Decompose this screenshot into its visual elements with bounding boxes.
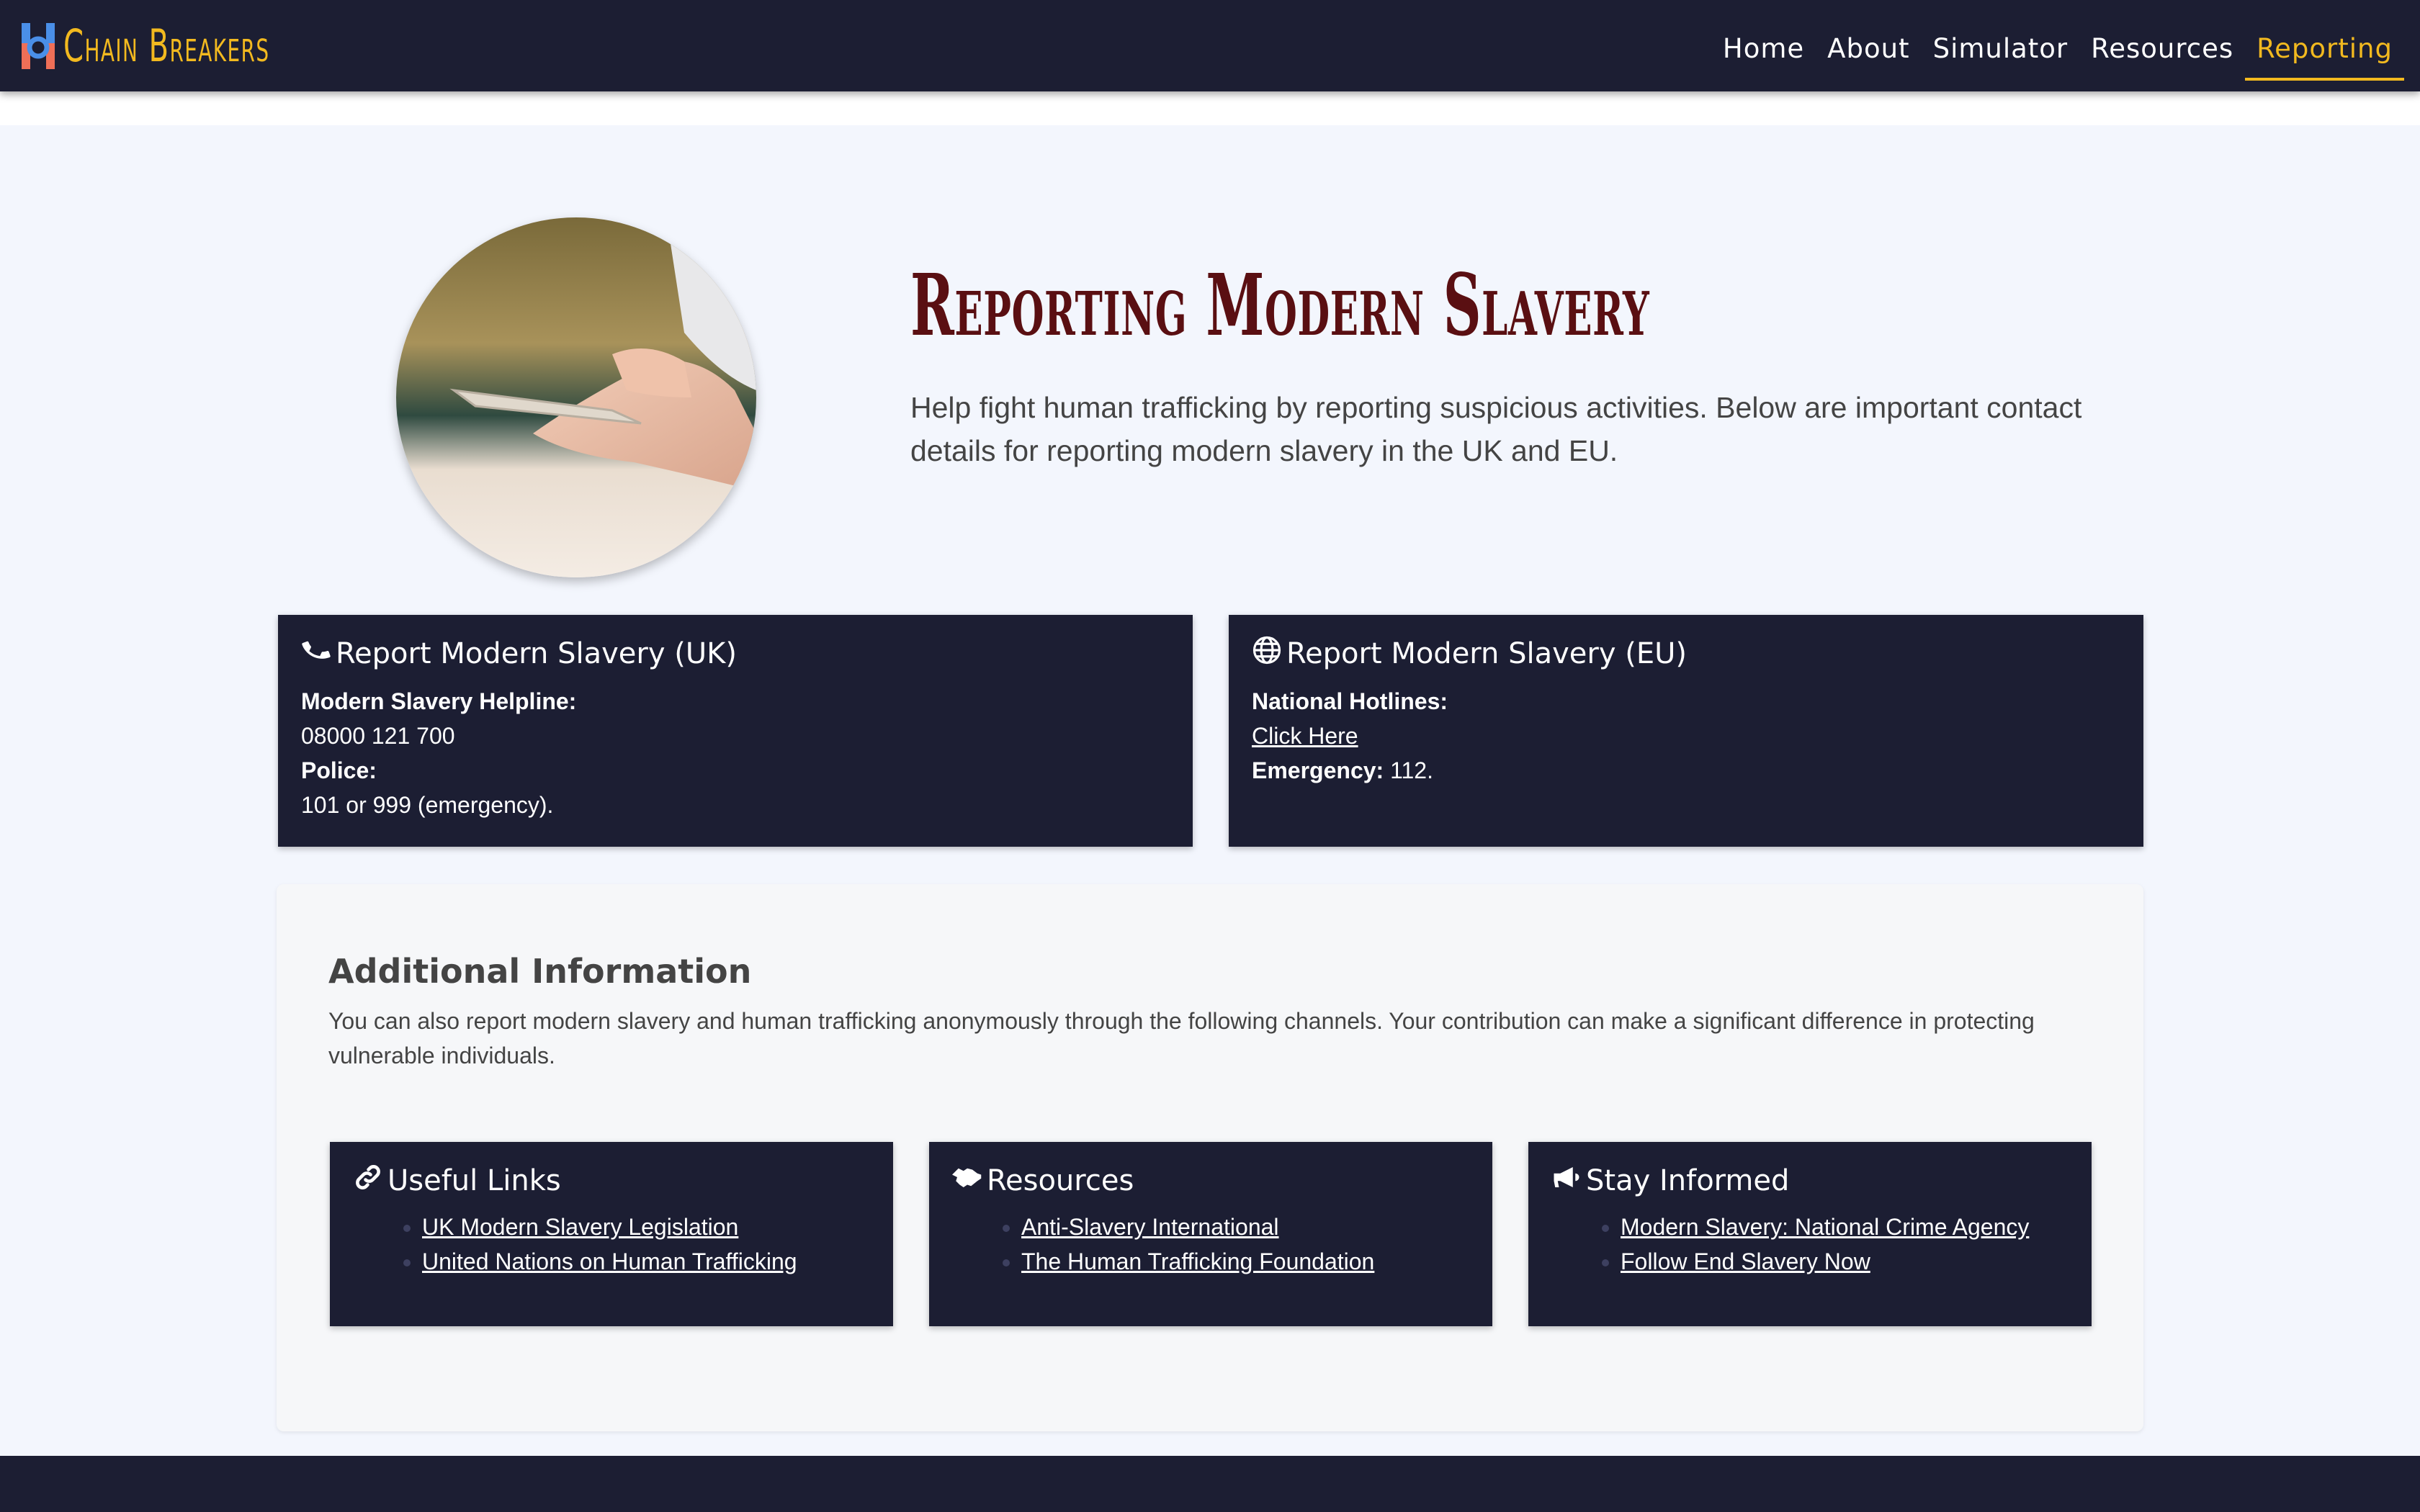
useful-links-heading: Useful Links [387, 1164, 561, 1197]
link-uk-legislation[interactable]: UK Modern Slavery Legislation [422, 1214, 738, 1240]
eu-card-title: Report Modern Slavery (EU) [1252, 635, 2120, 672]
brand-name: Chain Breakers [63, 19, 270, 72]
stay-informed-title: Stay Informed [1551, 1162, 2069, 1200]
uk-card-title: Report Modern Slavery (UK) [301, 635, 1170, 672]
page-title: Reporting Modern Slavery [910, 255, 1650, 355]
additional-info-text: You can also report modern slavery and h… [328, 1008, 2035, 1068]
hero-phone-image [396, 217, 756, 577]
list-item: Anti-Slavery International [1021, 1210, 1469, 1244]
list-item: The Human Trafficking Foundation [1021, 1244, 1469, 1279]
footer [0, 1456, 2420, 1512]
list-item: United Nations on Human Trafficking [422, 1244, 870, 1279]
link-anti-slavery-international[interactable]: Anti-Slavery International [1021, 1214, 1279, 1240]
phone-icon [301, 635, 331, 672]
hotlines-link[interactable]: Click Here [1252, 723, 1358, 749]
hotlines-label: National Hotlines: [1252, 688, 1448, 714]
resources-list: Anti-Slavery International The Human Tra… [952, 1210, 1469, 1279]
resources-title: Resources [952, 1162, 1469, 1200]
stay-informed-list: Modern Slavery: National Crime Agency Fo… [1551, 1210, 2069, 1279]
resources-card: Resources Anti-Slavery International The… [929, 1142, 1492, 1326]
uk-report-card: Report Modern Slavery (UK) Modern Slaver… [278, 615, 1193, 847]
main-content: Reporting Modern Slavery Help fight huma… [0, 125, 2420, 1456]
nav-link-simulator[interactable]: Simulator [1922, 12, 2080, 81]
additional-info-panel: Additional Information You can also repo… [277, 884, 2143, 1431]
globe-icon [1252, 635, 1282, 672]
police-label: Police: [301, 757, 377, 783]
nav-link-resources[interactable]: Resources [2079, 12, 2245, 81]
hero-description: Help fight human trafficking by reportin… [910, 391, 2082, 467]
nav-link-home[interactable]: Home [1711, 12, 1816, 81]
list-item: Modern Slavery: National Crime Agency [1621, 1210, 2069, 1244]
brand[interactable]: Chain Breakers [19, 19, 350, 72]
link-end-slavery-now[interactable]: Follow End Slavery Now [1621, 1248, 1870, 1274]
eu-report-card: Report Modern Slavery (EU) National Hotl… [1229, 615, 2143, 847]
resources-heading: Resources [987, 1164, 1134, 1197]
helpline-number: 08000 121 700 [301, 723, 455, 749]
emergency-label: Emergency: [1252, 757, 1384, 783]
list-item: UK Modern Slavery Legislation [422, 1210, 870, 1244]
stay-informed-heading: Stay Informed [1586, 1164, 1790, 1197]
emergency-number: 112. [1390, 757, 1433, 783]
uk-card-heading: Report Modern Slavery (UK) [336, 637, 737, 670]
link-un-trafficking[interactable]: United Nations on Human Trafficking [422, 1248, 797, 1274]
eu-card-heading: Report Modern Slavery (EU) [1286, 637, 1687, 670]
nav-link-reporting[interactable]: Reporting [2245, 12, 2404, 81]
link-icon [353, 1162, 383, 1200]
chain-logo-icon [19, 20, 58, 72]
additional-info-heading: Additional Information [328, 952, 752, 991]
nav-link-about[interactable]: About [1816, 12, 1921, 81]
useful-links-title: Useful Links [353, 1162, 870, 1200]
stay-informed-card: Stay Informed Modern Slavery: National C… [1528, 1142, 2092, 1326]
link-nca[interactable]: Modern Slavery: National Crime Agency [1621, 1214, 2029, 1240]
police-number: 101 or 999 (emergency). [301, 792, 554, 818]
useful-links-card: Useful Links UK Modern Slavery Legislati… [330, 1142, 893, 1326]
helpline-label: Modern Slavery Helpline: [301, 688, 577, 714]
nav-links: Home About Simulator Resources Reporting [1711, 12, 2404, 81]
navbar: Chain Breakers Home About Simulator Reso… [0, 0, 2420, 91]
useful-links-list: UK Modern Slavery Legislation United Nat… [353, 1210, 870, 1279]
link-human-trafficking-foundation[interactable]: The Human Trafficking Foundation [1021, 1248, 1374, 1274]
list-item: Follow End Slavery Now [1621, 1244, 2069, 1279]
megaphone-icon [1551, 1162, 1582, 1200]
handshake-icon [952, 1162, 982, 1200]
